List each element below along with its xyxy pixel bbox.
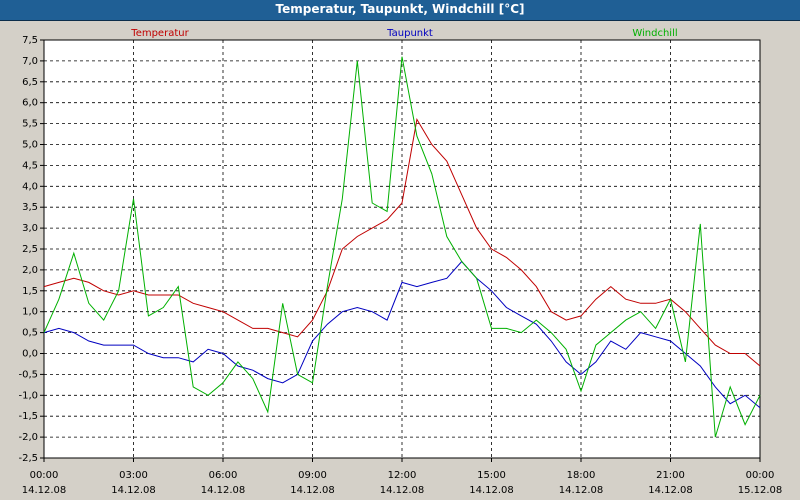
x-tick-time-label: 09:00: [298, 470, 327, 481]
y-tick-label: 5,5: [22, 119, 38, 130]
x-tick-time-label: 18:00: [567, 470, 596, 481]
chart-window: Temperatur, Taupunkt, Windchill [°C] 7,5…: [0, 0, 800, 500]
chart-canvas: 7,5 7,0 6,5 6,0 5,5 5,0 4,5 4,0 3,5 3,0 2,5 2,0 1,5 1…: [18, 28, 783, 496]
x-tick-time-label: 03:00: [119, 470, 148, 481]
y-tick-label: 5,0: [22, 140, 38, 151]
x-tick-time-label: 00:00: [746, 470, 775, 481]
legend-label-taupunkt: Taupunkt: [386, 28, 433, 39]
y-tick-label: -1,5: [18, 411, 38, 422]
x-tick-date-label: 15.12.08: [738, 485, 783, 496]
x-tick-date-label: 14.12.08: [290, 485, 335, 496]
x-tick-date-label: 14.12.08: [22, 485, 67, 496]
y-tick-label: 2,0: [22, 265, 38, 276]
y-tick-label: 3,0: [22, 223, 38, 234]
y-tick-label: 1,0: [22, 307, 38, 318]
y-tick-label: 0,5: [22, 328, 38, 339]
legend-label-windchill: Windchill: [632, 28, 677, 39]
y-tick-label: 6,0: [22, 98, 38, 109]
y-tick-label: -2,0: [18, 432, 38, 443]
x-tick-date-label: 14.12.08: [559, 485, 604, 496]
y-tick-label: -2,5: [18, 453, 38, 464]
y-tick-label: -0,5: [18, 369, 38, 380]
y-tick-label: 4,5: [22, 160, 38, 171]
y-tick-label: 7,5: [22, 35, 38, 46]
y-tick-label: 0,0: [22, 349, 38, 360]
y-tick-label: 7,0: [22, 56, 38, 67]
x-tick-time-label: 06:00: [209, 470, 238, 481]
x-tick-time-label: 15:00: [477, 470, 506, 481]
x-tick-time-label: 21:00: [656, 470, 685, 481]
y-tick-label: 1,5: [22, 286, 38, 297]
x-tick-date-label: 14.12.08: [380, 485, 425, 496]
x-tick-date-label: 14.12.08: [469, 485, 514, 496]
y-tick-label: 3,5: [22, 202, 38, 213]
x-tick-date-label: 14.12.08: [201, 485, 246, 496]
y-tick-label: 4,0: [22, 181, 38, 192]
x-tick-date-label: 14.12.08: [648, 485, 693, 496]
y-tick-label: 6,5: [22, 77, 38, 88]
legend-label-temperatur: Temperatur: [130, 28, 189, 39]
y-tick-label: -1,0: [18, 390, 38, 401]
x-tick-time-label: 00:00: [30, 470, 59, 481]
x-tick-time-label: 12:00: [388, 470, 417, 481]
y-tick-label: 2,5: [22, 244, 38, 255]
x-tick-date-label: 14.12.08: [111, 485, 156, 496]
